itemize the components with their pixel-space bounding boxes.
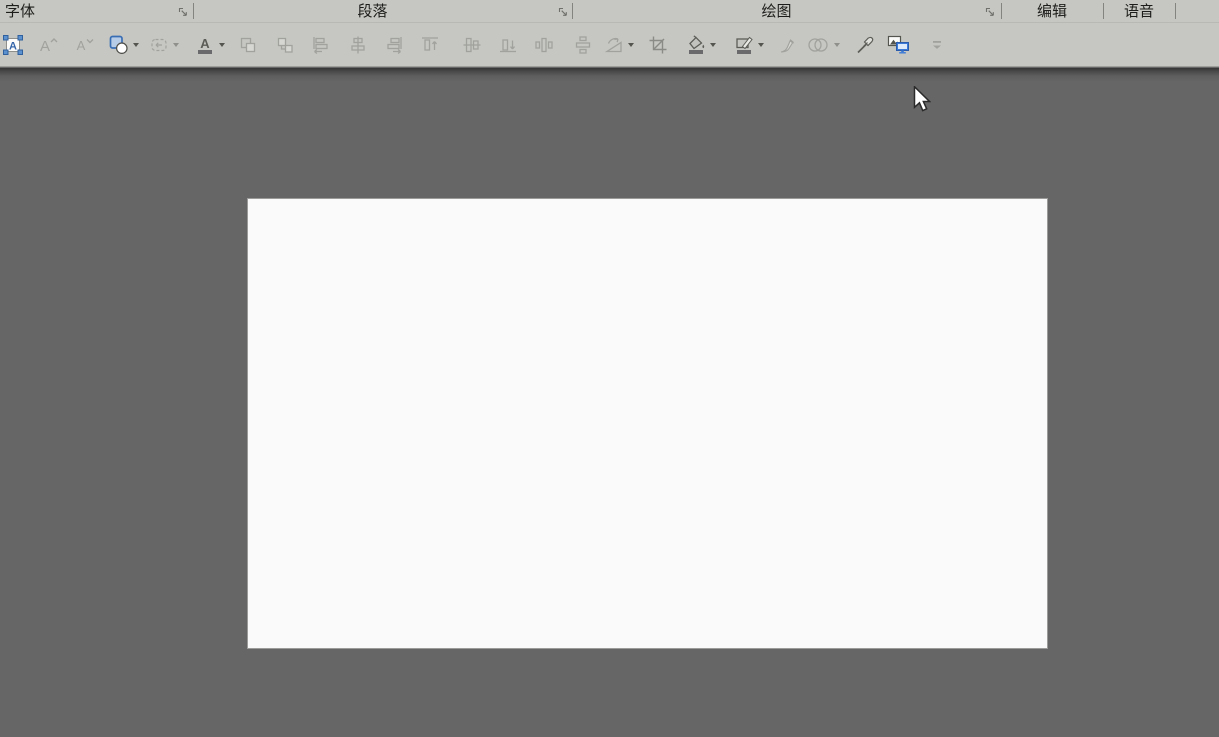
svg-text:A: A xyxy=(200,36,210,51)
group-label-font: 字体 xyxy=(5,3,36,20)
chevron-down-icon[interactable] xyxy=(628,43,634,47)
group-separator xyxy=(1103,3,1104,19)
group-label-edit: 编辑 xyxy=(1036,3,1067,20)
merge-shapes-icon[interactable] xyxy=(806,35,840,55)
shape-fill-icon[interactable] xyxy=(686,35,716,55)
svg-text:A: A xyxy=(9,41,17,53)
align-middle-icon[interactable] xyxy=(462,35,482,55)
app-window: 字体 段落 绘图 编辑 语音 A A A A xyxy=(0,0,1219,737)
bring-forward-icon[interactable] xyxy=(238,35,258,55)
svg-text:A: A xyxy=(40,38,50,55)
eyedropper-icon[interactable] xyxy=(855,35,875,55)
increase-font-size-icon[interactable]: A xyxy=(37,35,59,55)
group-label-paragraph: 段落 xyxy=(357,3,388,20)
align-right-icon[interactable] xyxy=(384,35,404,55)
align-center-icon[interactable] xyxy=(348,35,368,55)
drawing-dialog-launcher-icon[interactable] xyxy=(984,6,996,18)
send-backward-icon[interactable] xyxy=(275,35,295,55)
group-separator xyxy=(572,3,573,19)
text-fill-color-icon[interactable]: A xyxy=(195,35,225,55)
shape-outline-icon[interactable] xyxy=(734,35,764,55)
align-left-icon[interactable] xyxy=(311,35,331,55)
text-box-icon[interactable]: A xyxy=(2,34,24,56)
font-dialog-launcher-icon[interactable] xyxy=(177,6,189,18)
group-label-drawing: 绘图 xyxy=(761,3,792,20)
chevron-down-icon[interactable] xyxy=(219,43,225,47)
shape-quick-style-icon[interactable] xyxy=(109,35,139,55)
label-row-divider xyxy=(0,22,1219,23)
align-bottom-icon[interactable] xyxy=(498,35,518,55)
chevron-down-icon[interactable] xyxy=(173,43,179,47)
decrease-font-size-icon[interactable]: A xyxy=(73,35,95,55)
group-separator xyxy=(1175,3,1176,19)
mouse-cursor-icon xyxy=(913,84,932,118)
edit-shape-icon[interactable] xyxy=(149,35,179,55)
chevron-down-icon[interactable] xyxy=(710,43,716,47)
more-tools-icon[interactable] xyxy=(929,35,945,55)
paragraph-dialog-launcher-icon[interactable] xyxy=(557,6,569,18)
chevron-down-icon[interactable] xyxy=(834,43,840,47)
crop-icon[interactable] xyxy=(648,35,668,55)
screenshot-icon[interactable] xyxy=(887,34,910,55)
rotate-icon[interactable] xyxy=(604,35,634,55)
slide-canvas[interactable] xyxy=(0,68,1219,737)
align-top-icon[interactable] xyxy=(420,35,440,55)
slide[interactable] xyxy=(247,198,1048,649)
group-label-voice: 语音 xyxy=(1123,3,1154,20)
group-separator xyxy=(193,3,194,19)
distribute-horizontal-icon[interactable] xyxy=(534,35,554,55)
chevron-down-icon[interactable] xyxy=(758,43,764,47)
format-painter-icon[interactable] xyxy=(777,35,797,55)
svg-text:A: A xyxy=(77,38,86,53)
ribbon-toolbar: 字体 段落 绘图 编辑 语音 A A A A xyxy=(0,0,1219,67)
chevron-down-icon[interactable] xyxy=(133,43,139,47)
distribute-vertical-icon[interactable] xyxy=(573,35,593,55)
group-separator xyxy=(1001,3,1002,19)
